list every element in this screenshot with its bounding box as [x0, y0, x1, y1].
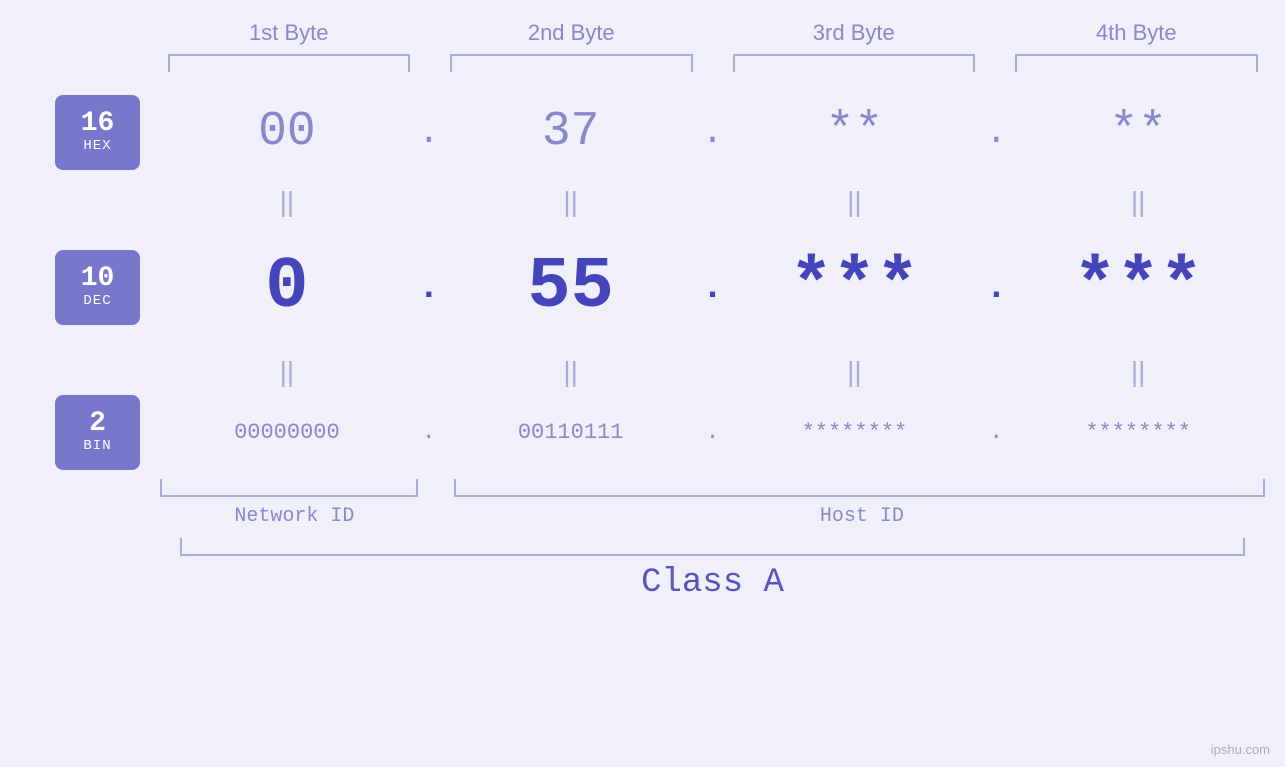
- hex-byte4: **: [1011, 105, 1265, 159]
- host-bracket: [454, 479, 1265, 497]
- hex-byte2: 37: [444, 105, 698, 159]
- bin-row: 00000000 . 00110111 . ******** .: [160, 397, 1265, 467]
- byte2-header: 2nd Byte: [445, 20, 698, 54]
- bracket-byte4: [1015, 54, 1258, 72]
- hex-row: 00 . 37 . ** . **: [160, 87, 1265, 177]
- bin-byte2: 00110111: [444, 420, 698, 445]
- hex-byte1: 00: [160, 105, 414, 159]
- bin-dot1: .: [414, 420, 444, 445]
- network-id-label: Network ID: [160, 505, 429, 528]
- hex-badge: 16 HEX: [55, 95, 140, 170]
- dec-byte2: 55: [444, 246, 698, 328]
- bin-byte3: ********: [728, 420, 982, 445]
- bottom-brackets: [160, 472, 1265, 497]
- byte4-header: 4th Byte: [1010, 20, 1263, 54]
- id-labels: Network ID Host ID: [160, 505, 1265, 528]
- hex-dot3: .: [981, 112, 1011, 153]
- host-id-label: Host ID: [459, 505, 1265, 528]
- equals-row-1: || || || ||: [160, 177, 1265, 227]
- bracket-byte2: [450, 54, 693, 72]
- dec-dot3: .: [981, 267, 1011, 308]
- equals-row-2: || || || ||: [160, 347, 1265, 397]
- badges-column: 16 HEX 10 DEC 2 BIN: [20, 87, 160, 467]
- byte3-header: 3rd Byte: [728, 20, 981, 54]
- dec-byte3: ***: [728, 246, 982, 328]
- dec-row: 0 . 55 . *** . ***: [160, 227, 1265, 347]
- dec-byte4: ***: [1011, 246, 1265, 328]
- hex-byte3: **: [728, 105, 982, 159]
- dec-badge: 10 DEC: [55, 250, 140, 325]
- main-container: 1st Byte 2nd Byte 3rd Byte 4th Byte 16 H…: [0, 0, 1285, 767]
- dec-dot1: .: [414, 267, 444, 308]
- bracket-byte3: [733, 54, 976, 72]
- bin-badge: 2 BIN: [55, 395, 140, 470]
- byte1-header: 1st Byte: [163, 20, 416, 54]
- bin-dot2: .: [698, 420, 728, 445]
- bracket-byte1: [168, 54, 411, 72]
- class-label: Class A: [160, 564, 1265, 602]
- net-bracket: [160, 479, 418, 497]
- hex-dot1: .: [414, 112, 444, 153]
- class-section: Class A: [160, 538, 1265, 602]
- bin-byte1: 00000000: [160, 420, 414, 445]
- dec-byte1: 0: [160, 246, 414, 328]
- bin-byte4: ********: [1011, 420, 1265, 445]
- watermark: ipshu.com: [1211, 742, 1270, 757]
- bin-dot3: .: [981, 420, 1011, 445]
- class-bracket: [180, 538, 1245, 556]
- dec-dot2: .: [698, 267, 728, 308]
- hex-dot2: .: [698, 112, 728, 153]
